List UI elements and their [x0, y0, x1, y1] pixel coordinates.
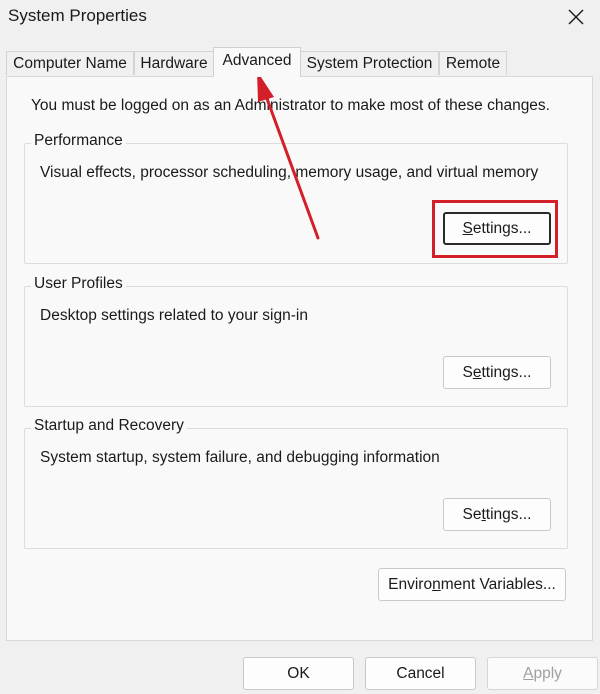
performance-description: Visual effects, processor scheduling, me…	[40, 164, 539, 181]
performance-group: Performance Visual effects, processor sc…	[24, 132, 568, 264]
title-bar: System Properties	[0, 0, 600, 34]
performance-settings-button[interactable]: Settings...	[443, 212, 551, 245]
user-profiles-settings-button[interactable]: Settings...	[443, 356, 551, 389]
admin-notice: You must be logged on as an Administrato…	[31, 97, 550, 114]
close-button[interactable]	[562, 3, 590, 31]
performance-group-title: Performance	[31, 132, 126, 150]
tab-system-protection[interactable]: System Protection	[300, 51, 439, 75]
close-icon	[568, 9, 584, 25]
user-profiles-description: Desktop settings related to your sign-in	[40, 307, 308, 324]
tab-computer-name[interactable]: Computer Name	[6, 51, 134, 75]
startup-recovery-settings-button[interactable]: Settings...	[443, 498, 551, 531]
tab-remote[interactable]: Remote	[439, 51, 507, 75]
tab-hardware[interactable]: Hardware	[134, 51, 214, 75]
cancel-button[interactable]: Cancel	[365, 657, 476, 690]
window-title: System Properties	[8, 6, 147, 25]
tab-advanced[interactable]: Advanced	[213, 47, 301, 77]
startup-recovery-description: System startup, system failure, and debu…	[40, 449, 440, 466]
environment-variables-button[interactable]: Environment Variables...	[378, 568, 566, 601]
apply-button[interactable]: Apply	[487, 657, 598, 690]
user-profiles-group-title: User Profiles	[31, 275, 126, 293]
ok-button[interactable]: OK	[243, 657, 354, 690]
startup-recovery-group-title: Startup and Recovery	[31, 417, 187, 435]
